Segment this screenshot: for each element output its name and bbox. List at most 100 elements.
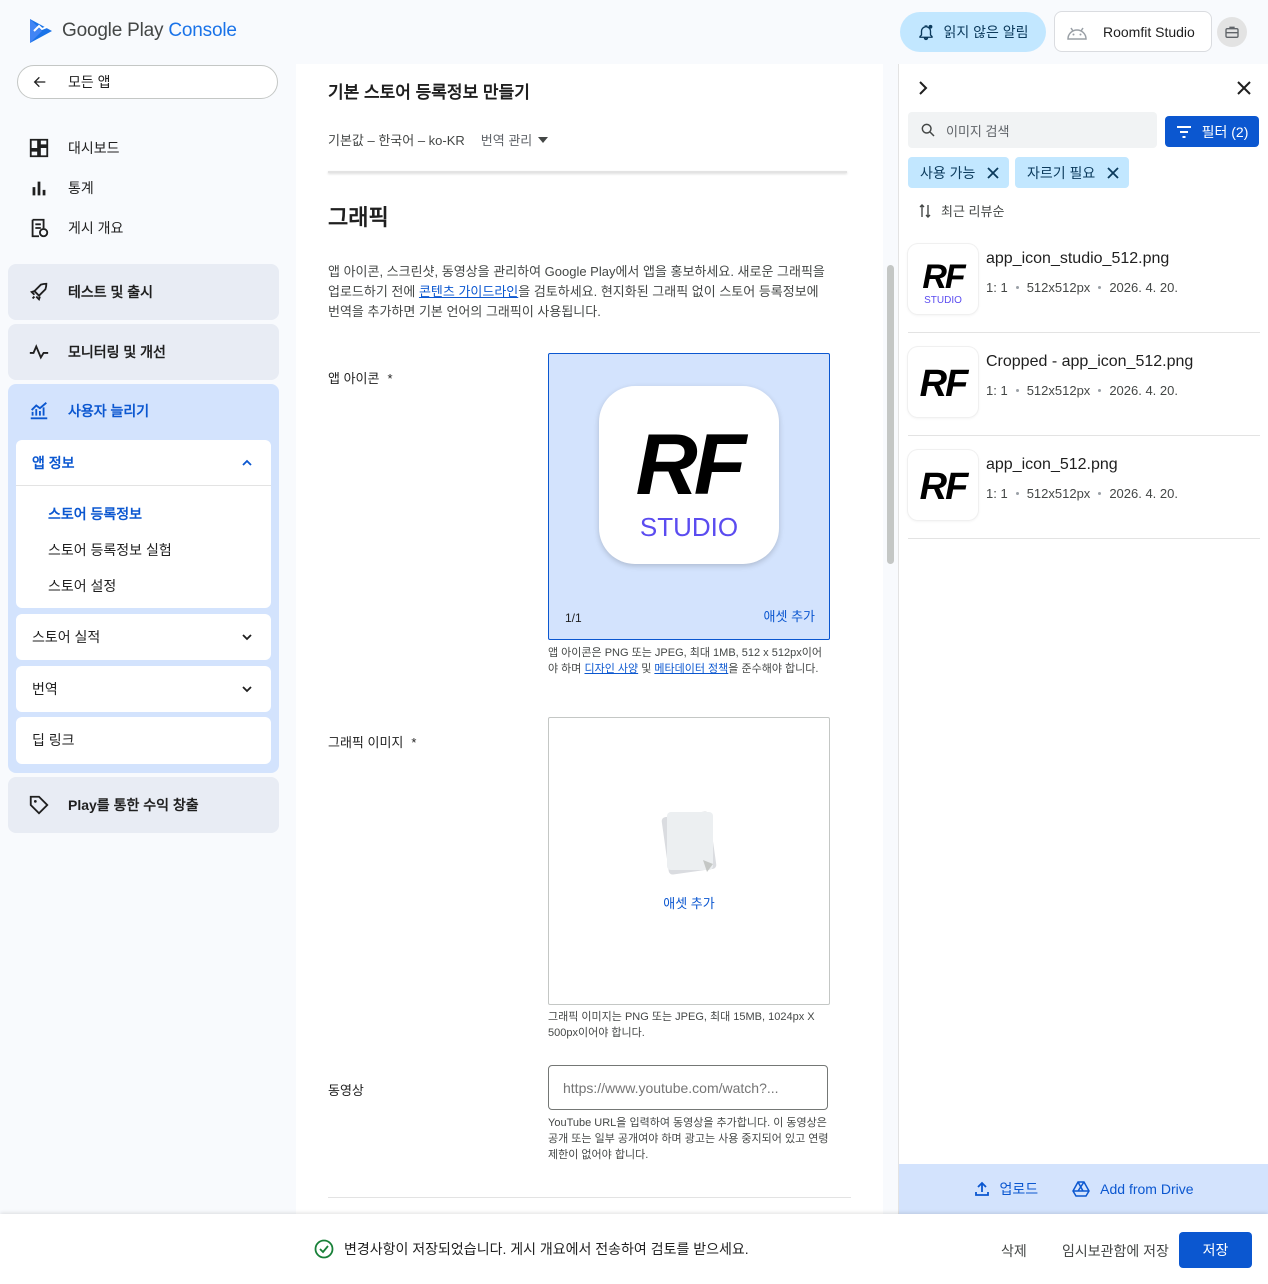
image-search-placeholder: 이미지 검색 — [946, 123, 1010, 139]
required-mark: * — [387, 371, 393, 386]
saved-status: 변경사항이 저장되었습니다. 게시 개요에서 전송하여 검토를 받으세요. — [314, 1239, 749, 1259]
saved-message: 변경사항이 저장되었습니다. 게시 개요에서 전송하여 검토를 받으세요. — [344, 1241, 749, 1257]
page-title: 기본 스토어 등록정보 만들기 — [328, 83, 530, 102]
graphic-image-label: 그래픽 이미지 * — [328, 735, 417, 750]
developer-name: Roomfit Studio — [1103, 23, 1195, 40]
video-label: 동영상 — [328, 1083, 364, 1098]
developer-account-button[interactable]: Roomfit Studio — [1054, 11, 1212, 52]
play-console-logo-icon — [30, 19, 52, 43]
notifications-button[interactable]: 읽지 않은 알림 — [900, 12, 1046, 52]
all-apps-label: 모든 앱 — [68, 74, 111, 90]
sort-button[interactable]: 최근 리뷰순 — [919, 201, 1004, 220]
section-divider — [328, 1197, 851, 1198]
content-guidelines-link[interactable]: 콘텐츠 가이드라인 — [419, 284, 518, 299]
translations-label: 번역 — [32, 681, 58, 697]
asset-meta: 1: 1 512x512px 2026. 4. 20. — [986, 280, 1178, 295]
svg-text:RF: RF — [920, 466, 970, 508]
chevron-down-icon — [242, 686, 252, 693]
sidebar-link-store-listing[interactable]: 스토어 등록정보 — [48, 504, 142, 524]
store-performance-label: 스토어 실적 — [32, 629, 101, 645]
close-icon[interactable] — [987, 166, 1000, 179]
svg-text:RF: RF — [920, 363, 970, 405]
asset-item[interactable]: RF STUDIO app_icon_studio_512.png 1: 1 5… — [908, 230, 1260, 333]
sidebar-item-dashboard[interactable]: 대시보드 — [28, 137, 120, 159]
asset-thumbnail: RF STUDIO — [908, 244, 978, 314]
translations-section[interactable]: 번역 — [16, 666, 271, 712]
sidebar-group-grow: 사용자 늘리기 앱 정보 스토어 등록정보 스토어 등록정보 실험 스토어 설정… — [8, 384, 279, 773]
asset-meta: 1: 1 512x512px 2026. 4. 20. — [986, 383, 1178, 398]
logo-console: Console — [168, 20, 237, 41]
asset-item[interactable]: RF Cropped - app_icon_512.png 1: 1 512x5… — [908, 333, 1260, 436]
bell-icon — [919, 24, 934, 41]
asset-thumbnail: RF — [908, 347, 978, 417]
required-mark: * — [411, 735, 417, 750]
sidebar-item-statistics[interactable]: 통계 — [28, 177, 94, 199]
collapse-panel-button[interactable] — [915, 80, 931, 96]
deep-links-section[interactable]: 딥 링크 — [16, 717, 271, 764]
sidebar-item-label: 통계 — [68, 180, 94, 196]
close-icon — [1237, 81, 1251, 95]
sidebar-item-publishing-overview[interactable]: 게시 개요 — [28, 217, 123, 239]
delete-button[interactable]: 삭제 — [1001, 1241, 1027, 1261]
sidebar-group-grow-header[interactable]: 사용자 늘리기 — [28, 400, 149, 422]
add-from-drive-label: Add from Drive — [1100, 1181, 1194, 1197]
sidebar-item-label: 게시 개요 — [68, 220, 124, 236]
all-apps-button[interactable]: 모든 앱 — [17, 65, 278, 99]
app-icon-label: 앱 아이콘 * — [328, 371, 393, 386]
app-info-header[interactable]: 앱 정보 — [16, 440, 271, 486]
save-button[interactable]: 저장 — [1179, 1232, 1252, 1268]
filter-chip-available[interactable]: 사용 가능 — [908, 157, 1010, 188]
metadata-policy-link[interactable]: 메타데이터 정책 — [654, 663, 728, 675]
bar-chart-icon — [32, 181, 46, 196]
icon-count: 1/1 — [565, 611, 582, 625]
android-icon — [1065, 20, 1089, 44]
close-panel-button[interactable] — [1234, 78, 1254, 98]
play-console-logo[interactable]: Google Play Console — [28, 17, 237, 45]
sidebar-group-monetize[interactable]: Play를 통한 수익 창출 — [8, 777, 279, 833]
filter-chip-needs-crop[interactable]: 자르기 필요 — [1015, 157, 1130, 188]
manage-translations-button[interactable]: 번역 관리 — [480, 130, 549, 149]
graphic-image-dropzone[interactable]: 애셋 추가 — [548, 717, 830, 1005]
asset-thumbnail: RF — [908, 450, 978, 520]
account-button[interactable] — [1217, 17, 1247, 47]
filter-button[interactable]: 필터 (2) — [1165, 116, 1259, 147]
app-info-section: 앱 정보 스토어 등록정보 스토어 등록정보 실험 스토어 설정 — [16, 440, 271, 608]
chevron-right-icon — [919, 81, 928, 95]
tag-icon — [29, 795, 49, 815]
sidebar-link-store-listing-experiments[interactable]: 스토어 등록정보 실험 — [48, 540, 172, 560]
main-scrollbar[interactable] — [887, 265, 894, 564]
upload-label: 업로드 — [999, 1181, 1039, 1197]
logo-letters: RF — [636, 417, 749, 513]
dashboard-icon — [29, 138, 49, 158]
sidebar-group-label: 테스트 및 출시 — [68, 284, 154, 300]
app-icon-selected-box[interactable]: RF STUDIO 1/1 애셋 추가 — [548, 353, 830, 640]
image-search-input[interactable]: 이미지 검색 — [908, 112, 1157, 148]
asset-library-panel: 이미지 검색 필터 (2) 사용 가능 자르기 필요 최근 리뷰순 RF STU… — [898, 64, 1268, 1214]
sidebar-group-label: 모니터링 및 개선 — [68, 344, 166, 360]
chip-label: 사용 가능 — [920, 164, 976, 181]
image-placeholder-icon — [661, 811, 717, 875]
sidebar-link-store-settings[interactable]: 스토어 설정 — [48, 576, 116, 596]
add-asset-button[interactable]: 애셋 추가 — [764, 606, 815, 625]
add-from-drive-button[interactable]: Add from Drive — [1072, 1181, 1194, 1197]
sidebar-item-label: 대시보드 — [68, 140, 120, 156]
design-spec-link[interactable]: 디자인 사양 — [584, 663, 638, 675]
deep-links-label: 딥 링크 — [32, 732, 75, 748]
main-content: 기본 스토어 등록정보 만들기 기본값 – 한국어 – ko-KR 번역 관리 … — [296, 64, 883, 1214]
close-icon[interactable] — [1107, 166, 1119, 179]
upload-button[interactable]: 업로드 — [974, 1179, 1039, 1199]
filter-icon — [1176, 125, 1191, 138]
panel-footer: 업로드 Add from Drive — [899, 1164, 1268, 1214]
asset-meta: 1: 1 512x512px 2026. 4. 20. — [986, 486, 1178, 501]
video-url-input[interactable] — [548, 1065, 828, 1110]
sidebar-group-monitor[interactable]: 모니터링 및 개선 — [8, 324, 279, 380]
asset-item[interactable]: RF app_icon_512.png 1: 1 512x512px 2026.… — [908, 436, 1260, 539]
save-draft-button[interactable]: 임시보관함에 저장 — [1062, 1241, 1169, 1261]
sidebar-group-test-release[interactable]: 테스트 및 출시 — [8, 264, 279, 320]
sort-icon — [919, 203, 931, 218]
store-performance-section[interactable]: 스토어 실적 — [16, 614, 271, 660]
chip-label: 자르기 필요 — [1027, 164, 1096, 181]
manage-translations-label: 번역 관리 — [480, 133, 533, 148]
add-graphic-asset-button[interactable]: 애셋 추가 — [549, 893, 829, 912]
dropdown-arrow-icon — [538, 136, 549, 143]
